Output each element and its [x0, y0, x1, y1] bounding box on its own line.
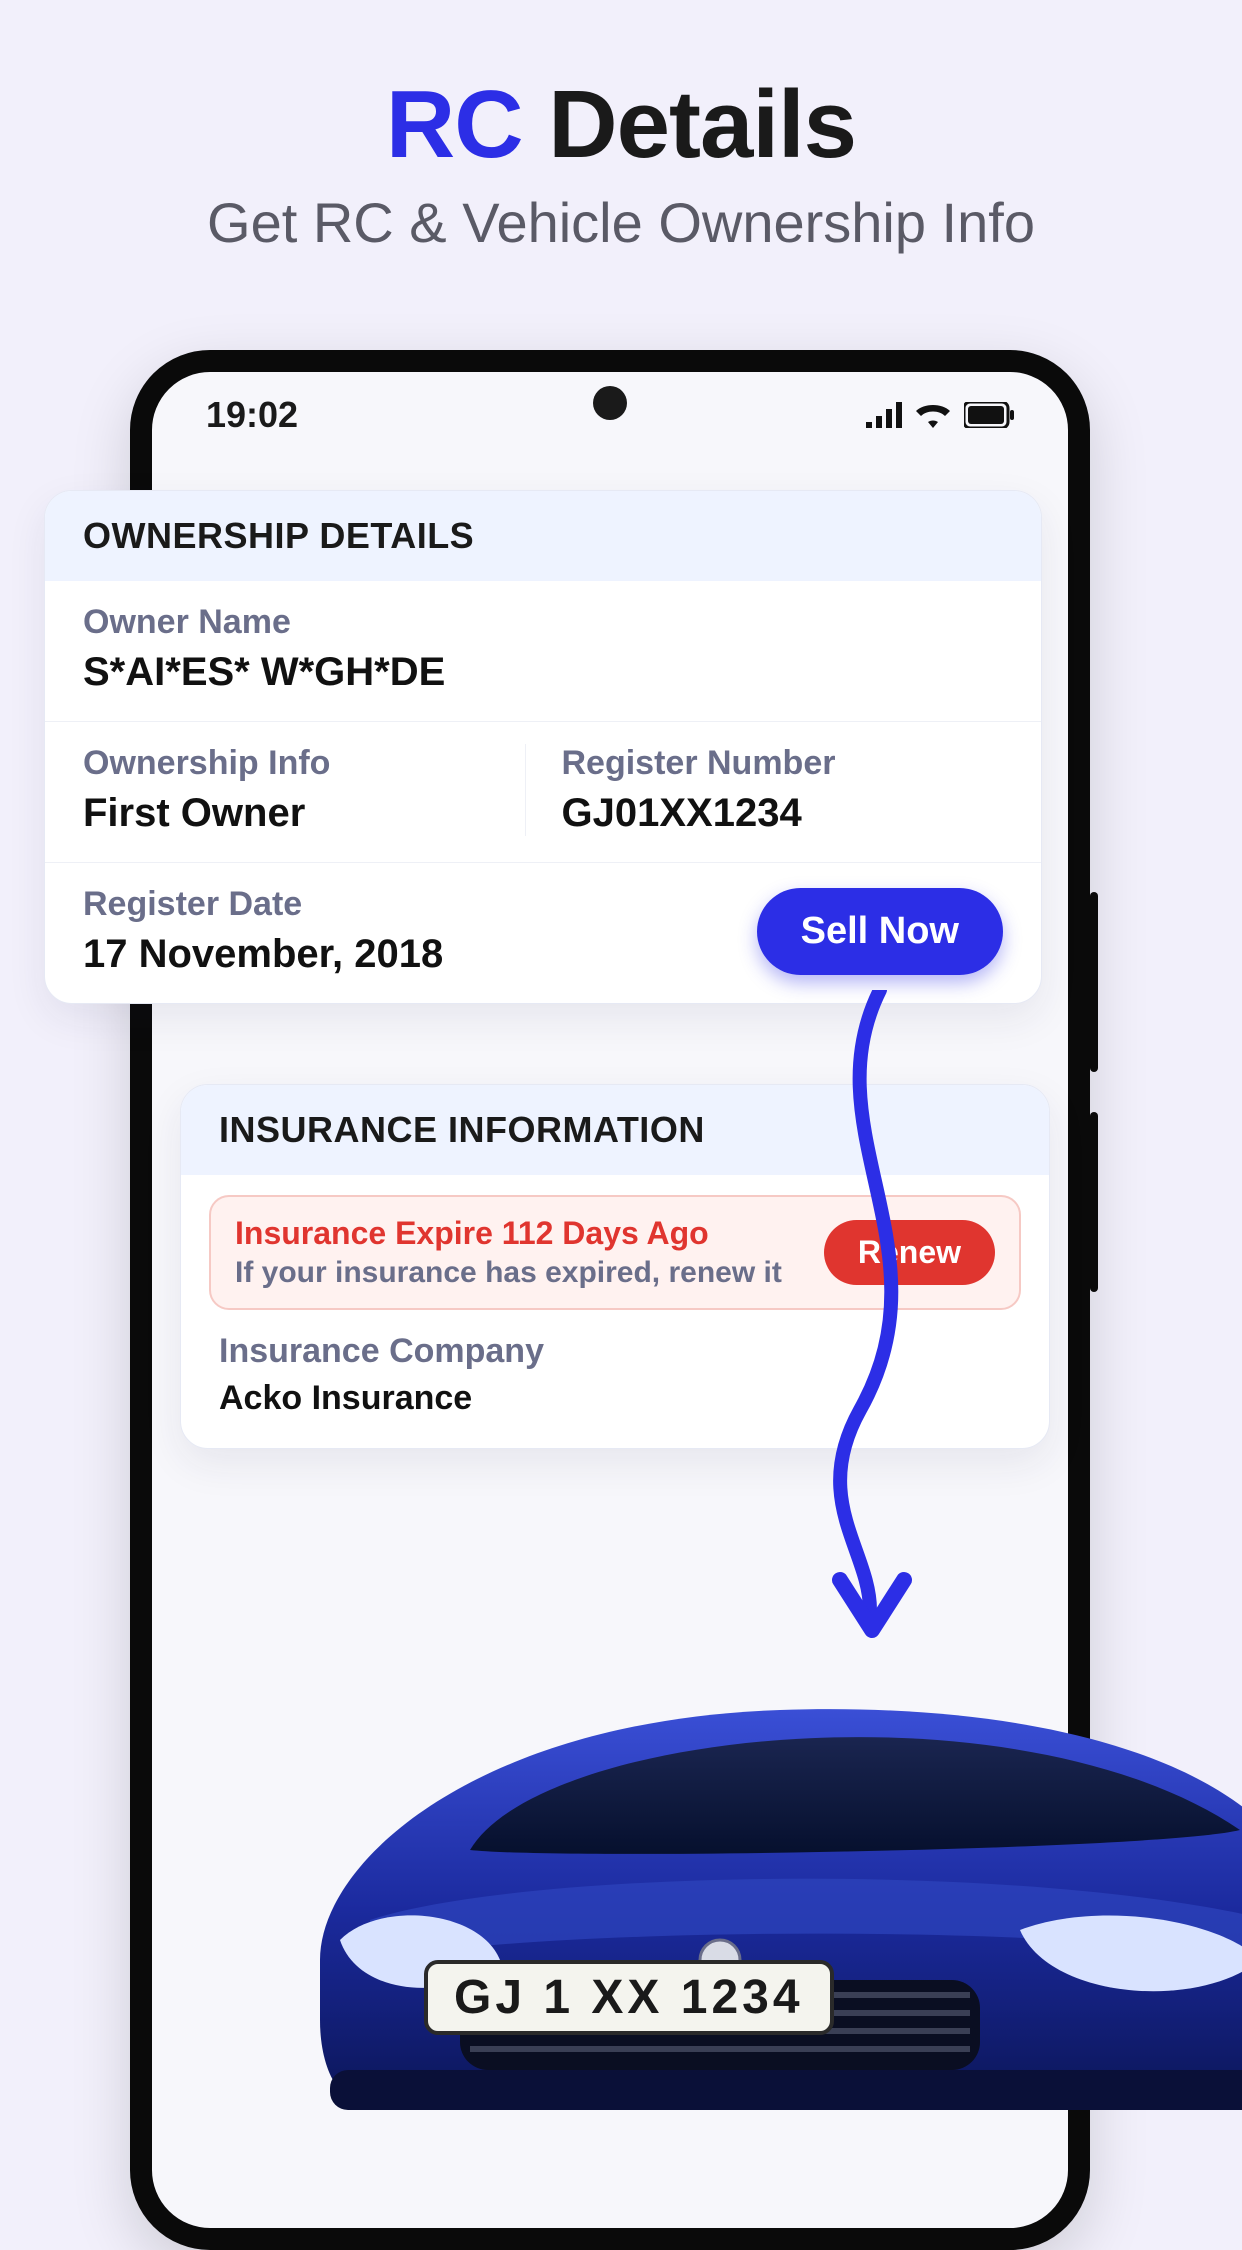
owner-name-value: S*AI*ES* W*GH*DE: [83, 650, 1003, 695]
register-number-label: Register Number: [562, 744, 1004, 783]
page-title: RC Details: [0, 70, 1242, 180]
signal-icon: [866, 402, 902, 428]
owner-name-label: Owner Name: [83, 603, 1003, 642]
register-number-value: GJ01XX1234: [562, 791, 1004, 836]
page-subtitle: Get RC & Vehicle Ownership Info: [0, 190, 1242, 255]
ownership-header: OWNERSHIP DETAILS: [45, 491, 1041, 581]
register-date-label: Register Date: [83, 885, 443, 924]
sell-now-button[interactable]: Sell Now: [757, 888, 1003, 975]
insurance-alert-title: Insurance Expire 112 Days Ago: [235, 1215, 806, 1252]
ownership-info-value: First Owner: [83, 791, 525, 836]
car-illustration: [260, 1600, 1242, 2120]
insurance-alert-subtitle: If your insurance has expired, renew it: [235, 1256, 806, 1290]
camera-notch-icon: [593, 386, 627, 420]
arrow-icon: [750, 990, 970, 1670]
battery-icon: [964, 402, 1014, 428]
wifi-icon: [916, 402, 950, 428]
page-title-accent: RC: [386, 71, 523, 178]
status-time: 19:02: [206, 394, 298, 436]
ownership-card: OWNERSHIP DETAILS Owner Name S*AI*ES* W*…: [44, 490, 1042, 1004]
register-date-value: 17 November, 2018: [83, 932, 443, 977]
ownership-info-label: Ownership Info: [83, 744, 525, 783]
page-title-rest: Details: [523, 71, 856, 178]
license-plate: GJ 1 XX 1234: [424, 1960, 834, 2035]
